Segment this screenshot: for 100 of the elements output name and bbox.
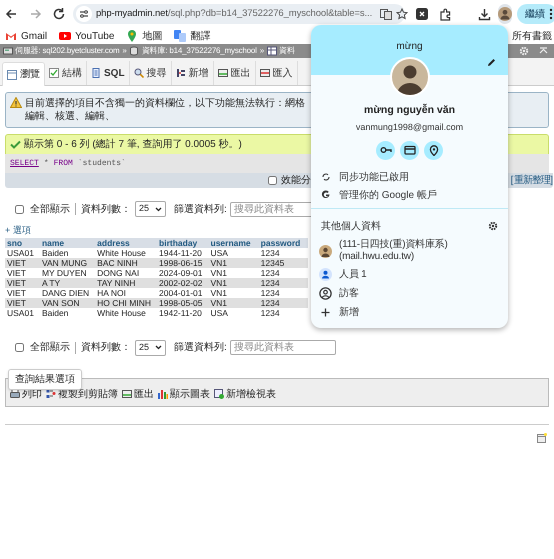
table-cell: 2002-02-02 bbox=[157, 278, 208, 288]
filter-field[interactable]: 搜尋此資料表 bbox=[230, 340, 336, 355]
success-text: 顯示第 0 - 6 列 (總計 7 筆, 查詢用了 0.0005 秒。) bbox=[24, 138, 242, 152]
profiling-label: 效能分 bbox=[281, 174, 311, 188]
profile-item[interactable]: (111-日四技(重)資料庫系) (mail.hwu.edu.tw) bbox=[311, 237, 508, 266]
table-cell: 1944-11-20 bbox=[157, 248, 208, 258]
bookmark-link[interactable]: 翻譯 bbox=[174, 28, 210, 44]
address-bar[interactable]: php-myadmin.net/sql.php?db=b14_37522276_myschool&table=s... bbox=[73, 4, 405, 24]
all-bookmarks-link[interactable]: 所有書籤 bbox=[512, 28, 552, 44]
result-action-link[interactable]: 新增檢視表 bbox=[214, 386, 276, 402]
chevron-down-icon bbox=[155, 206, 162, 212]
translate-icon[interactable] bbox=[380, 8, 392, 20]
show-all-label: 全部顯示 bbox=[30, 202, 70, 216]
tab[interactable]: 瀏覽 bbox=[2, 62, 45, 86]
warning-text: 目前選擇的項目不含獨一的資料欄位，以下功能無法執行：網格編輯、核選、編輯、 bbox=[25, 97, 306, 123]
column-header[interactable]: username bbox=[208, 238, 259, 248]
tab[interactable]: SQL bbox=[87, 61, 130, 85]
card-icon bbox=[404, 145, 416, 156]
profile-item[interactable]: 訪客 bbox=[311, 284, 508, 304]
person-silhouette-icon bbox=[498, 7, 512, 21]
breadcrumb-separator: » bbox=[260, 45, 264, 57]
breadcrumb-separator: » bbox=[122, 45, 127, 57]
export-tab-icon bbox=[218, 68, 228, 78]
table-cell: BAC NINH bbox=[95, 258, 158, 268]
table-cell: VIET bbox=[5, 268, 40, 278]
table-icon bbox=[267, 46, 278, 56]
table-cell: White House bbox=[95, 308, 158, 318]
refresh-link[interactable]: [ 重新整理] bbox=[510, 173, 552, 188]
collapse-icon[interactable] bbox=[539, 46, 548, 56]
payment-button[interactable] bbox=[400, 141, 419, 160]
panel-legend: 查詢結果選項 bbox=[8, 368, 82, 390]
tab[interactable]: 匯出 bbox=[214, 61, 256, 85]
bookmark-link[interactable]: 地圖 bbox=[126, 28, 162, 44]
star-icon[interactable] bbox=[396, 8, 408, 20]
rows-select[interactable]: 25 bbox=[135, 201, 166, 217]
settings-icon[interactable] bbox=[488, 221, 498, 232]
table-cell: VIET bbox=[5, 298, 40, 308]
site-settings-icon[interactable] bbox=[76, 6, 92, 22]
column-header[interactable]: address bbox=[95, 238, 158, 248]
tab[interactable]: 新增 bbox=[172, 61, 214, 85]
options-link[interactable]: + 選項 bbox=[5, 224, 31, 238]
translate-bookmark-icon bbox=[174, 30, 186, 42]
column-header[interactable]: password bbox=[258, 238, 308, 248]
table-cell: VIET bbox=[5, 278, 40, 288]
import-tab-icon bbox=[260, 68, 270, 78]
column-header[interactable]: sno bbox=[5, 238, 40, 248]
profile-item[interactable]: 人員 1 bbox=[311, 265, 508, 284]
back-icon[interactable] bbox=[4, 7, 18, 21]
bookmark-link[interactable]: YouTube bbox=[59, 28, 114, 44]
chevron-down-icon bbox=[155, 345, 162, 350]
extension-x-icon[interactable] bbox=[416, 8, 428, 20]
menu-item[interactable]: 同步功能已啟用 bbox=[311, 168, 508, 186]
sql-query: SELECT * FROM `students` bbox=[10, 158, 126, 170]
table-cell: HA NOI bbox=[95, 288, 158, 298]
column-header[interactable]: birthaday bbox=[157, 238, 208, 248]
addresses-button[interactable] bbox=[424, 141, 443, 160]
reload-icon[interactable] bbox=[52, 7, 66, 21]
download-icon[interactable] bbox=[478, 8, 491, 20]
location-pin-icon bbox=[428, 145, 440, 156]
show-all-checkbox[interactable] bbox=[15, 204, 24, 214]
table-cell: 1942-11-20 bbox=[157, 308, 208, 318]
profile-avatar-button[interactable] bbox=[498, 4, 512, 24]
profile-header-name: mừng bbox=[396, 40, 423, 54]
continue-button[interactable]: 繼續 bbox=[517, 4, 554, 24]
profile-email: vanmung1998@gmail.com bbox=[354, 120, 464, 134]
url-text: php-myadmin.net/sql.php?db=b14_37522276_myschool&table=s... bbox=[96, 6, 372, 21]
bookmark-link[interactable]: Gmail bbox=[5, 28, 48, 44]
rows-select[interactable]: 25 bbox=[135, 340, 166, 356]
rows-label: 資料列數： bbox=[81, 202, 131, 216]
profile-name: mừng nguyễn văn bbox=[362, 103, 456, 118]
passwords-button[interactable] bbox=[376, 141, 395, 160]
guest-icon bbox=[319, 287, 332, 300]
tab[interactable]: 匯入 bbox=[256, 61, 298, 85]
console-icon[interactable] bbox=[537, 432, 547, 442]
profile-item[interactable]: 新增 bbox=[311, 303, 508, 322]
result-action-link[interactable]: 顯示圖表 bbox=[158, 386, 210, 402]
structure-tab-icon bbox=[49, 68, 59, 78]
table-cell: USA01 bbox=[5, 308, 40, 318]
section-title: 其他個人資料 bbox=[321, 220, 381, 234]
tab[interactable]: 結構 bbox=[45, 61, 87, 85]
table-cell: 2004-01-01 bbox=[157, 288, 208, 298]
export-icon bbox=[122, 389, 132, 399]
search-tab-icon bbox=[134, 68, 144, 78]
puzzle-icon[interactable] bbox=[439, 8, 452, 20]
browse-tab-icon bbox=[7, 70, 17, 80]
person-icon bbox=[319, 268, 332, 282]
copy-icon bbox=[46, 389, 56, 399]
tab[interactable]: 搜尋 bbox=[130, 61, 172, 85]
table-cell: 1998-06-15 bbox=[157, 258, 208, 268]
table-cell: VIET bbox=[5, 288, 40, 298]
show-all-checkbox[interactable] bbox=[15, 343, 24, 352]
column-header[interactable]: name bbox=[40, 238, 96, 248]
result-action-link[interactable]: 匯出 bbox=[122, 386, 154, 402]
maps-bookmark-icon bbox=[126, 30, 138, 42]
profiling-checkbox[interactable] bbox=[268, 176, 277, 185]
google-g-icon bbox=[321, 190, 331, 200]
table-cell: 1998-05-05 bbox=[157, 298, 208, 308]
menu-item[interactable]: 管理你的 Google 帳戶 bbox=[311, 186, 508, 204]
table-cell: HO CHI MINH bbox=[95, 298, 158, 308]
sync-icon bbox=[321, 172, 331, 182]
